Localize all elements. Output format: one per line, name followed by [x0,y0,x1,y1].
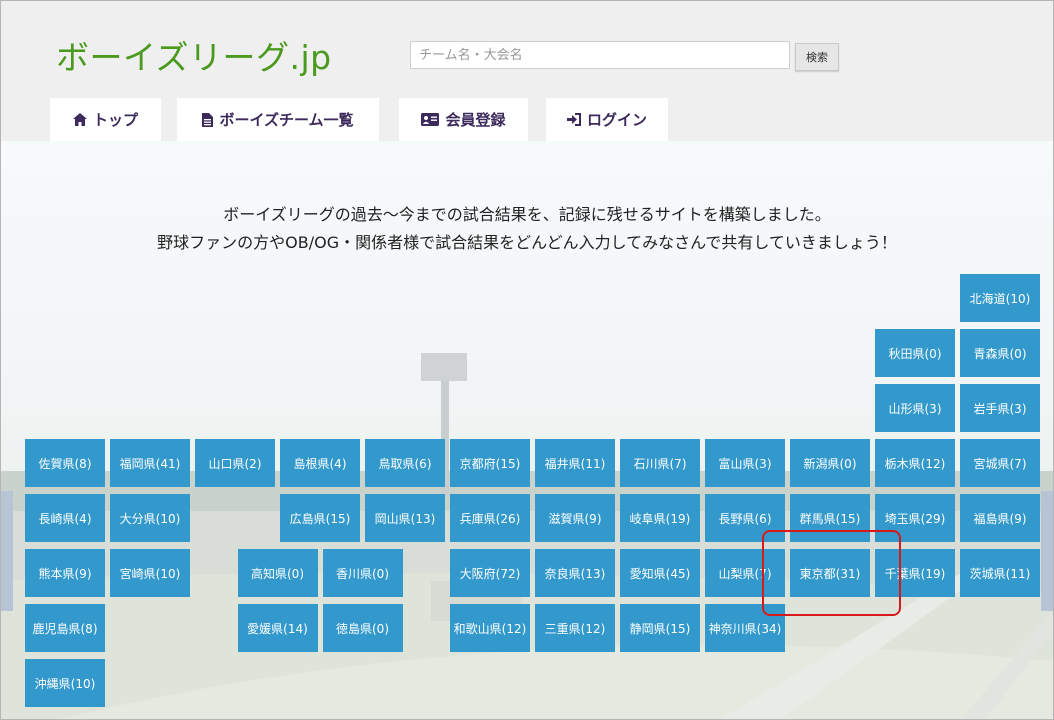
prefecture-tile[interactable]: 徳島県(0) [322,604,403,652]
prefecture-tile[interactable]: 高知県(0) [237,549,318,597]
prefecture-tile[interactable]: 山梨県(7) [705,549,785,597]
prefecture-tile[interactable]: 鹿児島県(8) [25,604,105,652]
tab-top-label: トップ [92,111,138,129]
prefecture-tile[interactable]: 埼玉県(29) [875,494,955,542]
prefecture-tile[interactable]: 京都府(15) [450,439,530,487]
prefecture-tile[interactable]: 石川県(7) [620,439,700,487]
prefecture-tile[interactable]: 千葉県(19) [875,549,955,597]
tab-register-label: 会員登録 [445,111,506,129]
prefecture-tile[interactable]: 大分県(10) [110,494,190,542]
home-icon [72,113,87,126]
prefecture-tile[interactable]: 福井県(11) [535,439,615,487]
sign-in-icon [566,113,581,126]
prefecture-tile[interactable]: 山口県(2) [195,439,275,487]
id-card-icon [421,113,440,126]
prefecture-tile[interactable]: 島根県(4) [280,439,360,487]
prefecture-tile[interactable]: 静岡県(15) [620,604,700,652]
site-header: ボーイズリーグ.jp 検索 トップ ボーイズチーム一覧 会員登録 ログイ [1,1,1053,141]
prefecture-tile[interactable]: 佐賀県(8) [25,439,105,487]
prefecture-tile[interactable]: 奈良県(13) [535,549,615,597]
prefecture-tile[interactable]: 富山県(3) [705,439,785,487]
prefecture-tile[interactable]: 福岡県(41) [110,439,190,487]
prefecture-tile[interactable]: 岡山県(13) [365,494,445,542]
prefecture-tile[interactable]: 鳥取県(6) [365,439,445,487]
intro-line-2: 野球ファンの方やOB/OG・関係者様で試合結果をどんどん入力してみなさんで共有し… [157,233,897,252]
intro-text: ボーイズリーグの過去〜今までの試合結果を、記録に残せるサイトを構築しました。 野… [1,201,1053,257]
prefecture-tile[interactable]: 岩手県(3) [960,384,1040,432]
prefecture-tile[interactable]: 沖縄県(10) [25,659,105,707]
prefecture-tile[interactable]: 群馬県(15) [790,494,870,542]
prefecture-tile[interactable]: 栃木県(12) [875,439,955,487]
tab-login[interactable]: ログイン [546,98,668,141]
prefecture-tile[interactable]: 長崎県(4) [25,494,105,542]
prefecture-tile[interactable]: 新潟県(0) [790,439,870,487]
prefecture-tile[interactable]: 山形県(3) [875,384,955,432]
prefecture-tile[interactable]: 愛媛県(14) [237,604,318,652]
prefecture-tile[interactable]: 岐阜県(19) [620,494,700,542]
prefecture-tile[interactable]: 大阪府(72) [450,549,530,597]
browser-viewport: ボーイズリーグ.jp 検索 トップ ボーイズチーム一覧 会員登録 ログイ [0,0,1054,720]
prefecture-tile[interactable]: 北海道(10) [960,274,1040,322]
prefecture-tile[interactable]: 熊本県(9) [25,549,105,597]
hero-section: ボーイズリーグの過去〜今までの試合結果を、記録に残せるサイトを構築しました。 野… [1,141,1053,719]
document-icon [202,112,214,127]
prefecture-tile[interactable]: 青森県(0) [960,329,1040,377]
intro-line-1: ボーイズリーグの過去〜今までの試合結果を、記録に残せるサイトを構築しました。 [223,205,831,224]
site-logo[interactable]: ボーイズリーグ.jp [56,31,332,79]
prefecture-tile[interactable]: 福島県(9) [960,494,1040,542]
prefecture-tile[interactable]: 和歌山県(12) [450,604,530,652]
prefecture-tile[interactable]: 神奈川県(34) [705,604,785,652]
prefecture-tile[interactable]: 三重県(12) [535,604,615,652]
search-input[interactable] [410,41,790,69]
tab-top[interactable]: トップ [50,98,161,141]
prefecture-tile[interactable]: 秋田県(0) [875,329,955,377]
prefecture-tile[interactable]: 茨城県(11) [960,549,1040,597]
tab-login-label: ログイン [586,111,647,129]
prefecture-tile[interactable]: 愛知県(45) [620,549,700,597]
prefecture-tile[interactable]: 長野県(6) [705,494,785,542]
prefecture-tile[interactable]: 宮城県(7) [960,439,1040,487]
prefecture-tile[interactable]: 兵庫県(26) [450,494,530,542]
tab-team-list[interactable]: ボーイズチーム一覧 [177,98,379,141]
prefecture-tile[interactable]: 宮崎県(10) [110,549,190,597]
prefecture-tile[interactable]: 広島県(15) [280,494,360,542]
tab-team-list-label: ボーイズチーム一覧 [219,111,354,129]
prefecture-tile[interactable]: 東京都(31) [790,549,870,597]
prefecture-tile[interactable]: 滋賀県(9) [535,494,615,542]
search-button[interactable]: 検索 [795,43,839,71]
prefecture-tile[interactable]: 香川県(0) [322,549,403,597]
tab-register[interactable]: 会員登録 [399,98,528,141]
